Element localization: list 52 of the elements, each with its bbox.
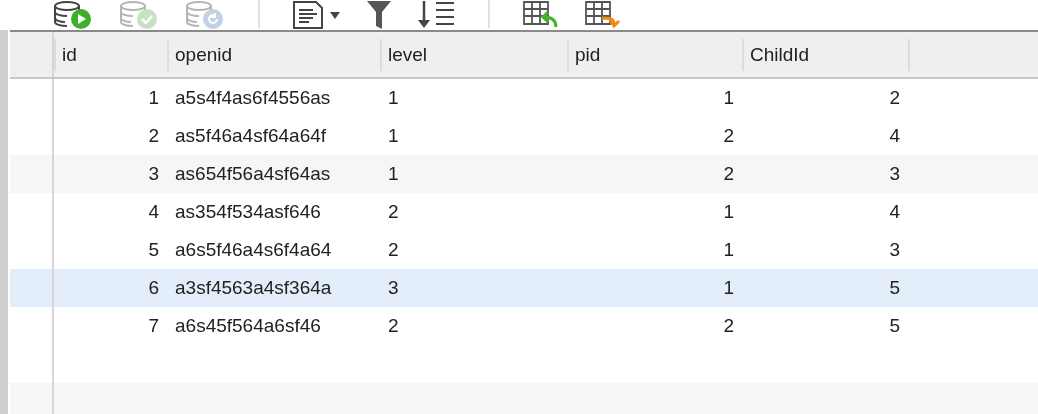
- toolbar-button[interactable]: [52, 0, 94, 30]
- column-header[interactable]: id: [54, 38, 167, 71]
- table-cell-text: 1: [387, 87, 400, 109]
- document-icon: [292, 0, 342, 30]
- table-cell-text: 2: [147, 125, 160, 147]
- table-cell-text: 3: [387, 277, 400, 299]
- table-cell-text: 1: [722, 87, 735, 109]
- table-cell-text: 2: [387, 201, 400, 223]
- table-cell-text: 4: [147, 201, 160, 223]
- toolbar-button[interactable]: [366, 0, 392, 30]
- table-cell-text: 7: [147, 315, 160, 337]
- table-cell-text: 5: [888, 277, 901, 299]
- table-cell-text: 5: [147, 239, 160, 261]
- toolbar-button[interactable]: [416, 0, 456, 30]
- table-cell-text: a6s5f46a4s6f4a64: [174, 239, 333, 261]
- table-cell-text: 1: [722, 277, 735, 299]
- table-row[interactable]: 3 as654f56a4sf64as 1 2 3: [10, 155, 1038, 193]
- table-cell-text: 1: [387, 163, 400, 185]
- table-cell-text: as654f56a4sf64as: [174, 163, 332, 185]
- table-cell-text: 1: [722, 239, 735, 261]
- table-cell-text: a6s45f564a6sf46: [174, 315, 322, 337]
- table-cell-text: 2: [387, 239, 400, 261]
- toolbar-button[interactable]: [292, 0, 342, 30]
- table-cell-text: 2: [722, 315, 735, 337]
- table-cell-text: 3: [888, 239, 901, 261]
- table-cell-text: 2: [722, 125, 735, 147]
- table-import-icon: [522, 0, 560, 30]
- column-header[interactable]: level: [380, 38, 567, 71]
- table-cell-text: a3sf4563a4sf364a: [174, 277, 333, 299]
- table-cell-text: 3: [888, 163, 901, 185]
- table-cell-text: as5f46a4sf64a64f: [174, 125, 328, 147]
- table-cell-text: 2: [888, 87, 901, 109]
- table-cell-text: 2: [387, 315, 400, 337]
- toolbar-button[interactable]: [522, 0, 560, 30]
- table-cell-text: 5: [888, 315, 901, 337]
- column-header[interactable]: pid: [567, 38, 742, 71]
- table-row[interactable]: 6 a3sf4563a4sf364a 3 1 5: [10, 269, 1038, 307]
- table-cell-text: 1: [387, 125, 400, 147]
- table-cell-text: 3: [147, 163, 160, 185]
- table-cell-text: 4: [888, 201, 901, 223]
- toolbar-button[interactable]: [584, 0, 622, 30]
- column-header[interactable]: openid: [167, 38, 380, 71]
- table-cell-text: as354f534asf646: [174, 201, 322, 223]
- table-cell-text: 4: [888, 125, 901, 147]
- table-export-icon: [584, 0, 622, 30]
- table-cell-text: 1: [147, 87, 160, 109]
- table-cell-text: 1: [722, 201, 735, 223]
- table-cell-text: 2: [722, 163, 735, 185]
- table-cell-text: a5s4f4as6f4556as: [174, 87, 332, 109]
- filter-icon: [366, 0, 392, 30]
- table-cell-text: 6: [147, 277, 160, 299]
- sort-icon: [416, 0, 456, 30]
